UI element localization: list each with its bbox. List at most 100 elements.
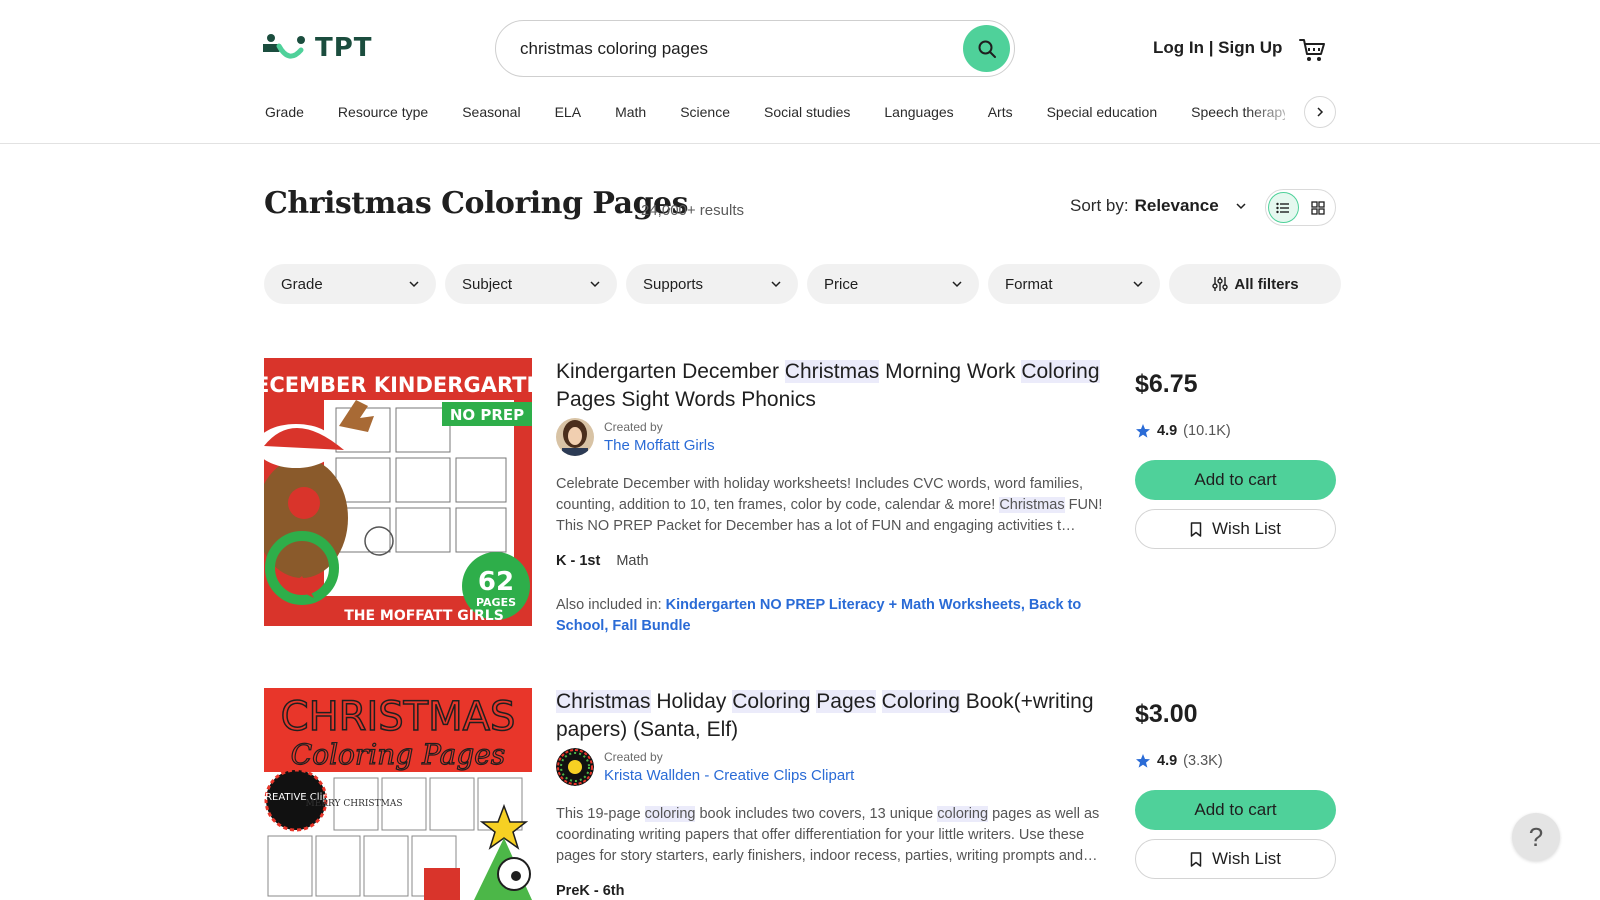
chevron-right-icon	[1317, 107, 1324, 117]
filter-subject[interactable]: Subject	[445, 264, 617, 304]
list-view-icon	[1276, 202, 1290, 213]
thumb-footer: THE MOFFATT GIRLS	[344, 608, 504, 624]
product-meta: K - 1st Math	[556, 553, 1111, 569]
nav-item-math[interactable]: Math	[615, 104, 646, 120]
product-meta: PreK - 6th	[556, 883, 1111, 899]
product-grade: K - 1st	[556, 553, 601, 569]
list-view-button[interactable]	[1268, 192, 1299, 223]
title-part-highlight: Pages	[816, 690, 876, 713]
login-signup-link[interactable]: Log In | Sign Up	[1153, 38, 1282, 58]
view-toggle	[1265, 189, 1336, 226]
filter-label: Grade	[281, 275, 323, 293]
filter-format[interactable]: Format	[988, 264, 1160, 304]
nav-item-social-studies[interactable]: Social studies	[764, 104, 850, 120]
page-title: Christmas Coloring Pages	[264, 186, 689, 221]
creator-block: Created by Krista Wallden - Creative Cli…	[556, 748, 1111, 786]
nav-item-languages[interactable]: Languages	[884, 104, 953, 120]
product-title[interactable]: Christmas Holiday Coloring Pages Colorin…	[556, 688, 1111, 744]
grid-view-button[interactable]	[1303, 192, 1333, 223]
logo-text: TPT	[315, 33, 373, 63]
product-price: $3.00	[1135, 700, 1198, 728]
search-button[interactable]	[963, 25, 1010, 72]
product-subject: Math	[616, 553, 649, 569]
creator-name[interactable]: Krista Wallden - Creative Clips Clipart	[604, 767, 854, 784]
filter-price[interactable]: Price	[807, 264, 979, 304]
chevron-down-icon	[1236, 203, 1246, 210]
grid-view-icon	[1311, 200, 1325, 215]
product-thumbnail[interactable]: DECEMBER KINDERGARTEN NO PREP 62 PAGES	[264, 358, 532, 626]
thumb-headline: DECEMBER KINDERGARTEN	[264, 373, 532, 397]
tpt-logo-icon	[263, 34, 305, 59]
filter-label: Subject	[462, 275, 513, 293]
category-nav: Grade Resource type Seasonal ELA Math Sc…	[265, 100, 1285, 124]
purchase-panel: $6.75 4.9 (10.1K) Add to cart Wish List	[1135, 358, 1336, 549]
help-button[interactable]: ?	[1512, 813, 1560, 861]
nav-item-special-education[interactable]: Special education	[1047, 104, 1158, 120]
avatar[interactable]	[556, 418, 594, 456]
add-to-cart-button[interactable]: Add to cart	[1135, 460, 1336, 500]
sliders-icon	[1212, 277, 1229, 291]
thumb-headline: CHRISTMAS	[281, 694, 516, 740]
sort-dropdown[interactable]: Sort by: Relevance	[1070, 196, 1247, 216]
title-part-highlight: Christmas	[556, 690, 651, 713]
title-part: Pages Sight Words Phonics	[556, 388, 816, 411]
product-thumbnail[interactable]: CHRISTMAS Coloring Pages CREATIVE Clips …	[264, 688, 532, 900]
all-filters-button[interactable]: All filters	[1169, 264, 1341, 304]
chevron-down-icon	[409, 281, 419, 288]
search-input[interactable]	[520, 38, 940, 59]
creator-name[interactable]: The Moffatt Girls	[604, 437, 715, 454]
wish-list-button[interactable]: Wish List	[1135, 509, 1336, 549]
thumb-subheadline: Coloring Pages	[291, 738, 505, 771]
rating-count[interactable]: (10.1K)	[1183, 423, 1231, 439]
all-filters-label: All filters	[1234, 275, 1299, 293]
title-part: Morning Work	[879, 360, 1022, 383]
filter-row: Grade Subject Supports Price Format All …	[264, 264, 1341, 304]
purchase-panel: $3.00 4.9 (3.3K) Add to cart Wish List	[1135, 688, 1336, 879]
search-bar	[495, 20, 1015, 77]
thumb-pages-number: 62	[478, 567, 514, 597]
title-part: Holiday	[650, 690, 733, 713]
chevron-down-icon	[590, 281, 600, 288]
tpt-logo[interactable]: TPT	[261, 30, 373, 66]
rating-count[interactable]: (3.3K)	[1183, 753, 1223, 769]
avatar[interactable]	[556, 748, 594, 786]
rating-score: 4.9	[1157, 423, 1178, 439]
filter-grade[interactable]: Grade	[264, 264, 436, 304]
nav-fade	[1245, 94, 1305, 130]
filter-supports[interactable]: Supports	[626, 264, 798, 304]
filter-label: Format	[1005, 275, 1053, 293]
product-thumbnail-image: DECEMBER KINDERGARTEN NO PREP 62 PAGES	[264, 358, 532, 626]
avatar-image	[556, 748, 594, 786]
chevron-down-icon	[1133, 281, 1143, 288]
title-part-highlight: Coloring	[881, 690, 960, 713]
title-part-highlight: Christmas	[784, 360, 880, 383]
description-part-highlight: coloring	[937, 806, 989, 822]
title-part: Kindergarten December	[556, 360, 785, 383]
nav-item-seasonal[interactable]: Seasonal	[462, 104, 520, 120]
also-included-in: Also included in: Kindergarten NO PREP L…	[556, 595, 1111, 637]
description-part: This 19-page	[556, 806, 645, 822]
add-to-cart-button[interactable]: Add to cart	[1135, 790, 1336, 830]
product-description: This 19-page coloring book includes two …	[556, 804, 1111, 867]
nav-next-button[interactable]	[1304, 96, 1336, 128]
wish-list-label: Wish List	[1212, 849, 1281, 868]
bookmark-icon	[1190, 851, 1202, 867]
cart-icon[interactable]	[1298, 36, 1326, 64]
product-description: Celebrate December with holiday workshee…	[556, 474, 1111, 537]
title-part-highlight: Coloring	[732, 690, 811, 713]
nav-item-ela[interactable]: ELA	[555, 104, 581, 120]
nav-item-resource-type[interactable]: Resource type	[338, 104, 428, 120]
star-icon	[1136, 424, 1150, 438]
product-thumbnail-image: CHRISTMAS Coloring Pages CREATIVE Clips …	[264, 688, 532, 900]
wish-list-button[interactable]: Wish List	[1135, 839, 1336, 879]
nav-item-arts[interactable]: Arts	[988, 104, 1013, 120]
result-count: 24,000+ results	[641, 202, 744, 219]
chevron-down-icon	[771, 281, 781, 288]
description-part-highlight: Christmas	[999, 497, 1065, 513]
chevron-down-icon	[952, 281, 962, 288]
nav-item-science[interactable]: Science	[680, 104, 730, 120]
product-title[interactable]: Kindergarten December Christmas Morning …	[556, 358, 1111, 414]
description-part: book includes two covers, 13 unique	[695, 806, 938, 822]
also-included-label: Also included in:	[556, 597, 666, 613]
nav-item-grade[interactable]: Grade	[265, 104, 304, 120]
